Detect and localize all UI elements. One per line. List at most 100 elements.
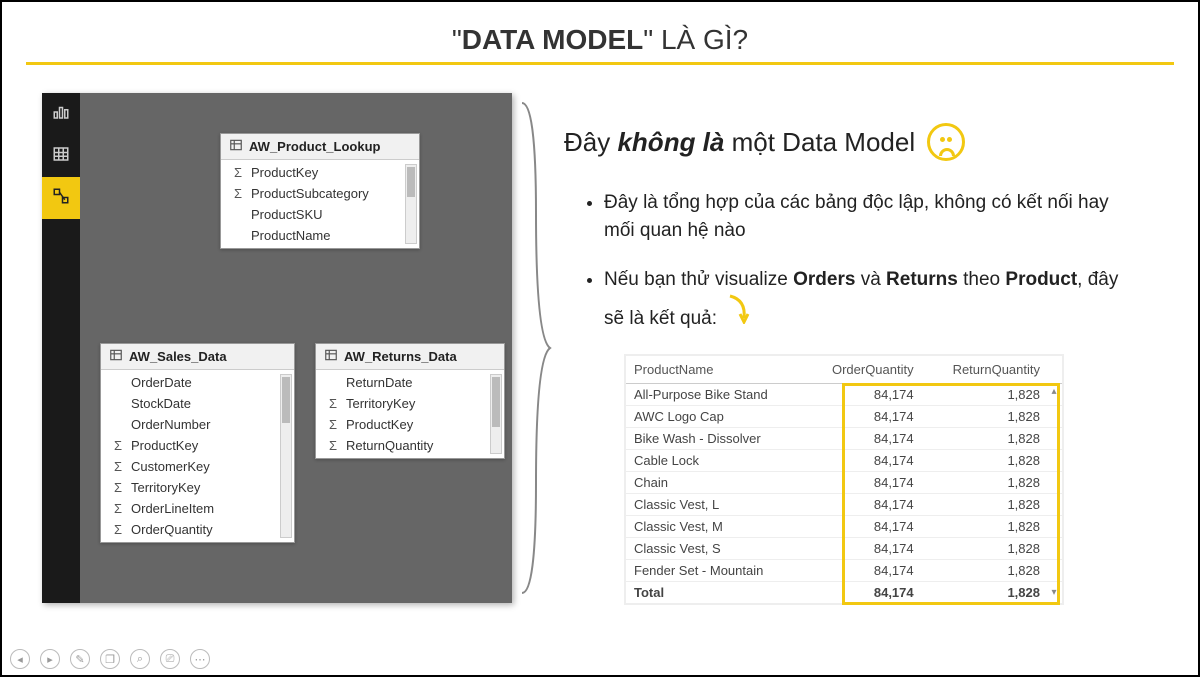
scrollbar[interactable] — [405, 164, 417, 244]
bullet-item: Đây là tổng hợp của các bảng độc lập, kh… — [604, 189, 1158, 244]
table-icon — [109, 348, 123, 365]
field-row[interactable]: ΣCustomerKey — [101, 456, 294, 477]
curly-brace-icon — [518, 93, 548, 603]
relationship-icon — [52, 187, 70, 210]
field-label: ReturnDate — [346, 375, 412, 390]
cell-order: 84,174 — [805, 582, 922, 604]
cell-name: Classic Vest, S — [626, 538, 805, 560]
cell-name: Classic Vest, M — [626, 516, 805, 538]
sigma-icon: Σ — [111, 459, 125, 474]
field-label: OrderLineItem — [131, 501, 214, 516]
field-label: TerritoryKey — [346, 396, 415, 411]
scroll-down-icon[interactable]: ▾ — [1048, 587, 1060, 599]
col-header-name[interactable]: ProductName — [626, 356, 805, 384]
page-title: "DATA MODEL" LÀ GÌ? — [2, 24, 1198, 56]
table-card-returns[interactable]: AW_Returns_Data ReturnDateΣTerritoryKeyΣ… — [315, 343, 505, 459]
title-main: DATA MODEL — [462, 24, 643, 55]
col-header-order[interactable]: OrderQuantity — [805, 356, 922, 384]
model-view-button[interactable] — [42, 177, 80, 219]
explanation-column: Đây không là một Data Model Đây là tổng … — [554, 93, 1158, 605]
field-row[interactable]: Σ TerritoryKey — [316, 393, 504, 414]
sigma-icon: Σ — [111, 522, 125, 537]
field-row[interactable]: ProductSKU — [221, 204, 419, 225]
field-row[interactable]: ΣProductKey — [101, 435, 294, 456]
field-row[interactable]: OrderDate — [101, 372, 294, 393]
bullet-text: theo — [958, 269, 1006, 290]
sigma-icon: Σ — [111, 438, 125, 453]
table-name: AW_Returns_Data — [344, 349, 457, 364]
title-rest: " LÀ GÌ? — [643, 24, 748, 55]
bullet-bold: Orders — [793, 269, 855, 290]
field-row[interactable]: OrderNumber — [101, 414, 294, 435]
next-slide-button[interactable]: ▸ — [40, 649, 60, 669]
table-row[interactable]: Classic Vest, L84,1741,828 — [626, 494, 1062, 516]
caption-button[interactable]: ⎚ — [160, 649, 180, 669]
data-view-button[interactable] — [42, 135, 80, 177]
sigma-icon: Σ — [111, 501, 125, 516]
table-row[interactable]: Classic Vest, M84,1741,828 — [626, 516, 1062, 538]
field-row[interactable]: StockDate — [101, 393, 294, 414]
field-row[interactable]: ReturnDate — [316, 372, 504, 393]
field-label: ProductSKU — [251, 207, 323, 222]
cell-order: 84,174 — [805, 472, 922, 494]
bullet-text: Đây là tổng hợp của các bảng độc lập, kh… — [604, 192, 1109, 241]
table-card-sales[interactable]: AW_Sales_Data OrderDate StockDateOrderNum… — [100, 343, 295, 543]
field-list: ReturnDate Σ TerritoryKey ΣProductKeyΣRetur… — [316, 370, 504, 458]
report-view-button[interactable] — [42, 93, 80, 135]
pen-button[interactable]: ✎ — [70, 649, 90, 669]
field-row[interactable]: Σ OrderLineItem — [101, 498, 294, 519]
sigma-icon: Σ — [326, 396, 340, 411]
field-row[interactable]: ProductName — [221, 225, 419, 246]
scrollbar[interactable] — [490, 374, 502, 454]
presenter-controls: ◂ ▸ ✎ ❐ ⌕ ⎚ ⋯ — [10, 649, 210, 669]
cell-return: 1,828 — [922, 450, 1062, 472]
col-header-return[interactable]: ReturnQuantity — [922, 356, 1062, 384]
cell-name: Bike Wash - Dissolver — [626, 428, 805, 450]
slides-button[interactable]: ❐ — [100, 649, 120, 669]
field-row[interactable]: ΣOrderQuantity — [101, 519, 294, 540]
table-row[interactable]: Bike Wash - Dissolver84,1741,828 — [626, 428, 1062, 450]
table-row[interactable]: Fender Set - Mountain84,1741,828 — [626, 560, 1062, 582]
view-switcher — [42, 93, 80, 603]
zoom-button[interactable]: ⌕ — [130, 649, 150, 669]
cell-name: Classic Vest, L — [626, 494, 805, 516]
cell-order: 84,174 — [805, 450, 922, 472]
table-row[interactable]: Chain84,1741,828 — [626, 472, 1062, 494]
slide: "DATA MODEL" LÀ GÌ? — [0, 0, 1200, 677]
cell-name: Cable Lock — [626, 450, 805, 472]
table-row[interactable]: Cable Lock84,1741,828 — [626, 450, 1062, 472]
table-header[interactable]: AW_Returns_Data — [316, 344, 504, 370]
scrollbar[interactable]: ▴ ▾ — [1048, 386, 1060, 599]
table-row[interactable]: All-Purpose Bike Stand84,1741,828 — [626, 384, 1062, 406]
result-visual: ProductName OrderQuantity ReturnQuantity… — [624, 354, 1064, 605]
table-card-product[interactable]: AW_Product_Lookup ΣProductKeyΣProductSub… — [220, 133, 420, 249]
title-quote-open: " — [452, 24, 462, 55]
prev-slide-button[interactable]: ◂ — [10, 649, 30, 669]
field-row[interactable]: ΣProductKey — [316, 414, 504, 435]
scrollbar[interactable] — [280, 374, 292, 538]
table-header[interactable]: AW_Sales_Data — [101, 344, 294, 370]
field-row[interactable]: ΣProductSubcategory — [221, 183, 419, 204]
sigma-icon: Σ — [231, 165, 245, 180]
table-row[interactable]: Classic Vest, S84,1741,828 — [626, 538, 1062, 560]
field-row[interactable]: ΣReturnQuantity — [316, 435, 504, 456]
bar-chart-icon — [52, 103, 70, 126]
field-label: TerritoryKey — [131, 480, 200, 495]
table-icon — [52, 145, 70, 168]
field-row[interactable]: ΣProductKey — [221, 162, 419, 183]
table-name: AW_Sales_Data — [129, 349, 227, 364]
cell-return: 1,828 — [922, 538, 1062, 560]
field-label: ProductKey — [346, 417, 413, 432]
table-header[interactable]: AW_Product_Lookup — [221, 134, 419, 160]
table-row[interactable]: AWC Logo Cap84,1741,828 — [626, 406, 1062, 428]
cell-name: All-Purpose Bike Stand — [626, 384, 805, 406]
bullet-bold: Product — [1005, 269, 1077, 290]
curved-arrow-icon — [726, 294, 752, 333]
cell-return: 1,828 — [922, 428, 1062, 450]
more-button[interactable]: ⋯ — [190, 649, 210, 669]
field-label: OrderDate — [131, 375, 192, 390]
scroll-up-icon[interactable]: ▴ — [1048, 386, 1060, 398]
field-row[interactable]: ΣTerritoryKey — [101, 477, 294, 498]
powerbi-model-view: AW_Product_Lookup ΣProductKeyΣProductSub… — [42, 93, 512, 603]
model-canvas[interactable]: AW_Product_Lookup ΣProductKeyΣProductSub… — [80, 93, 512, 603]
